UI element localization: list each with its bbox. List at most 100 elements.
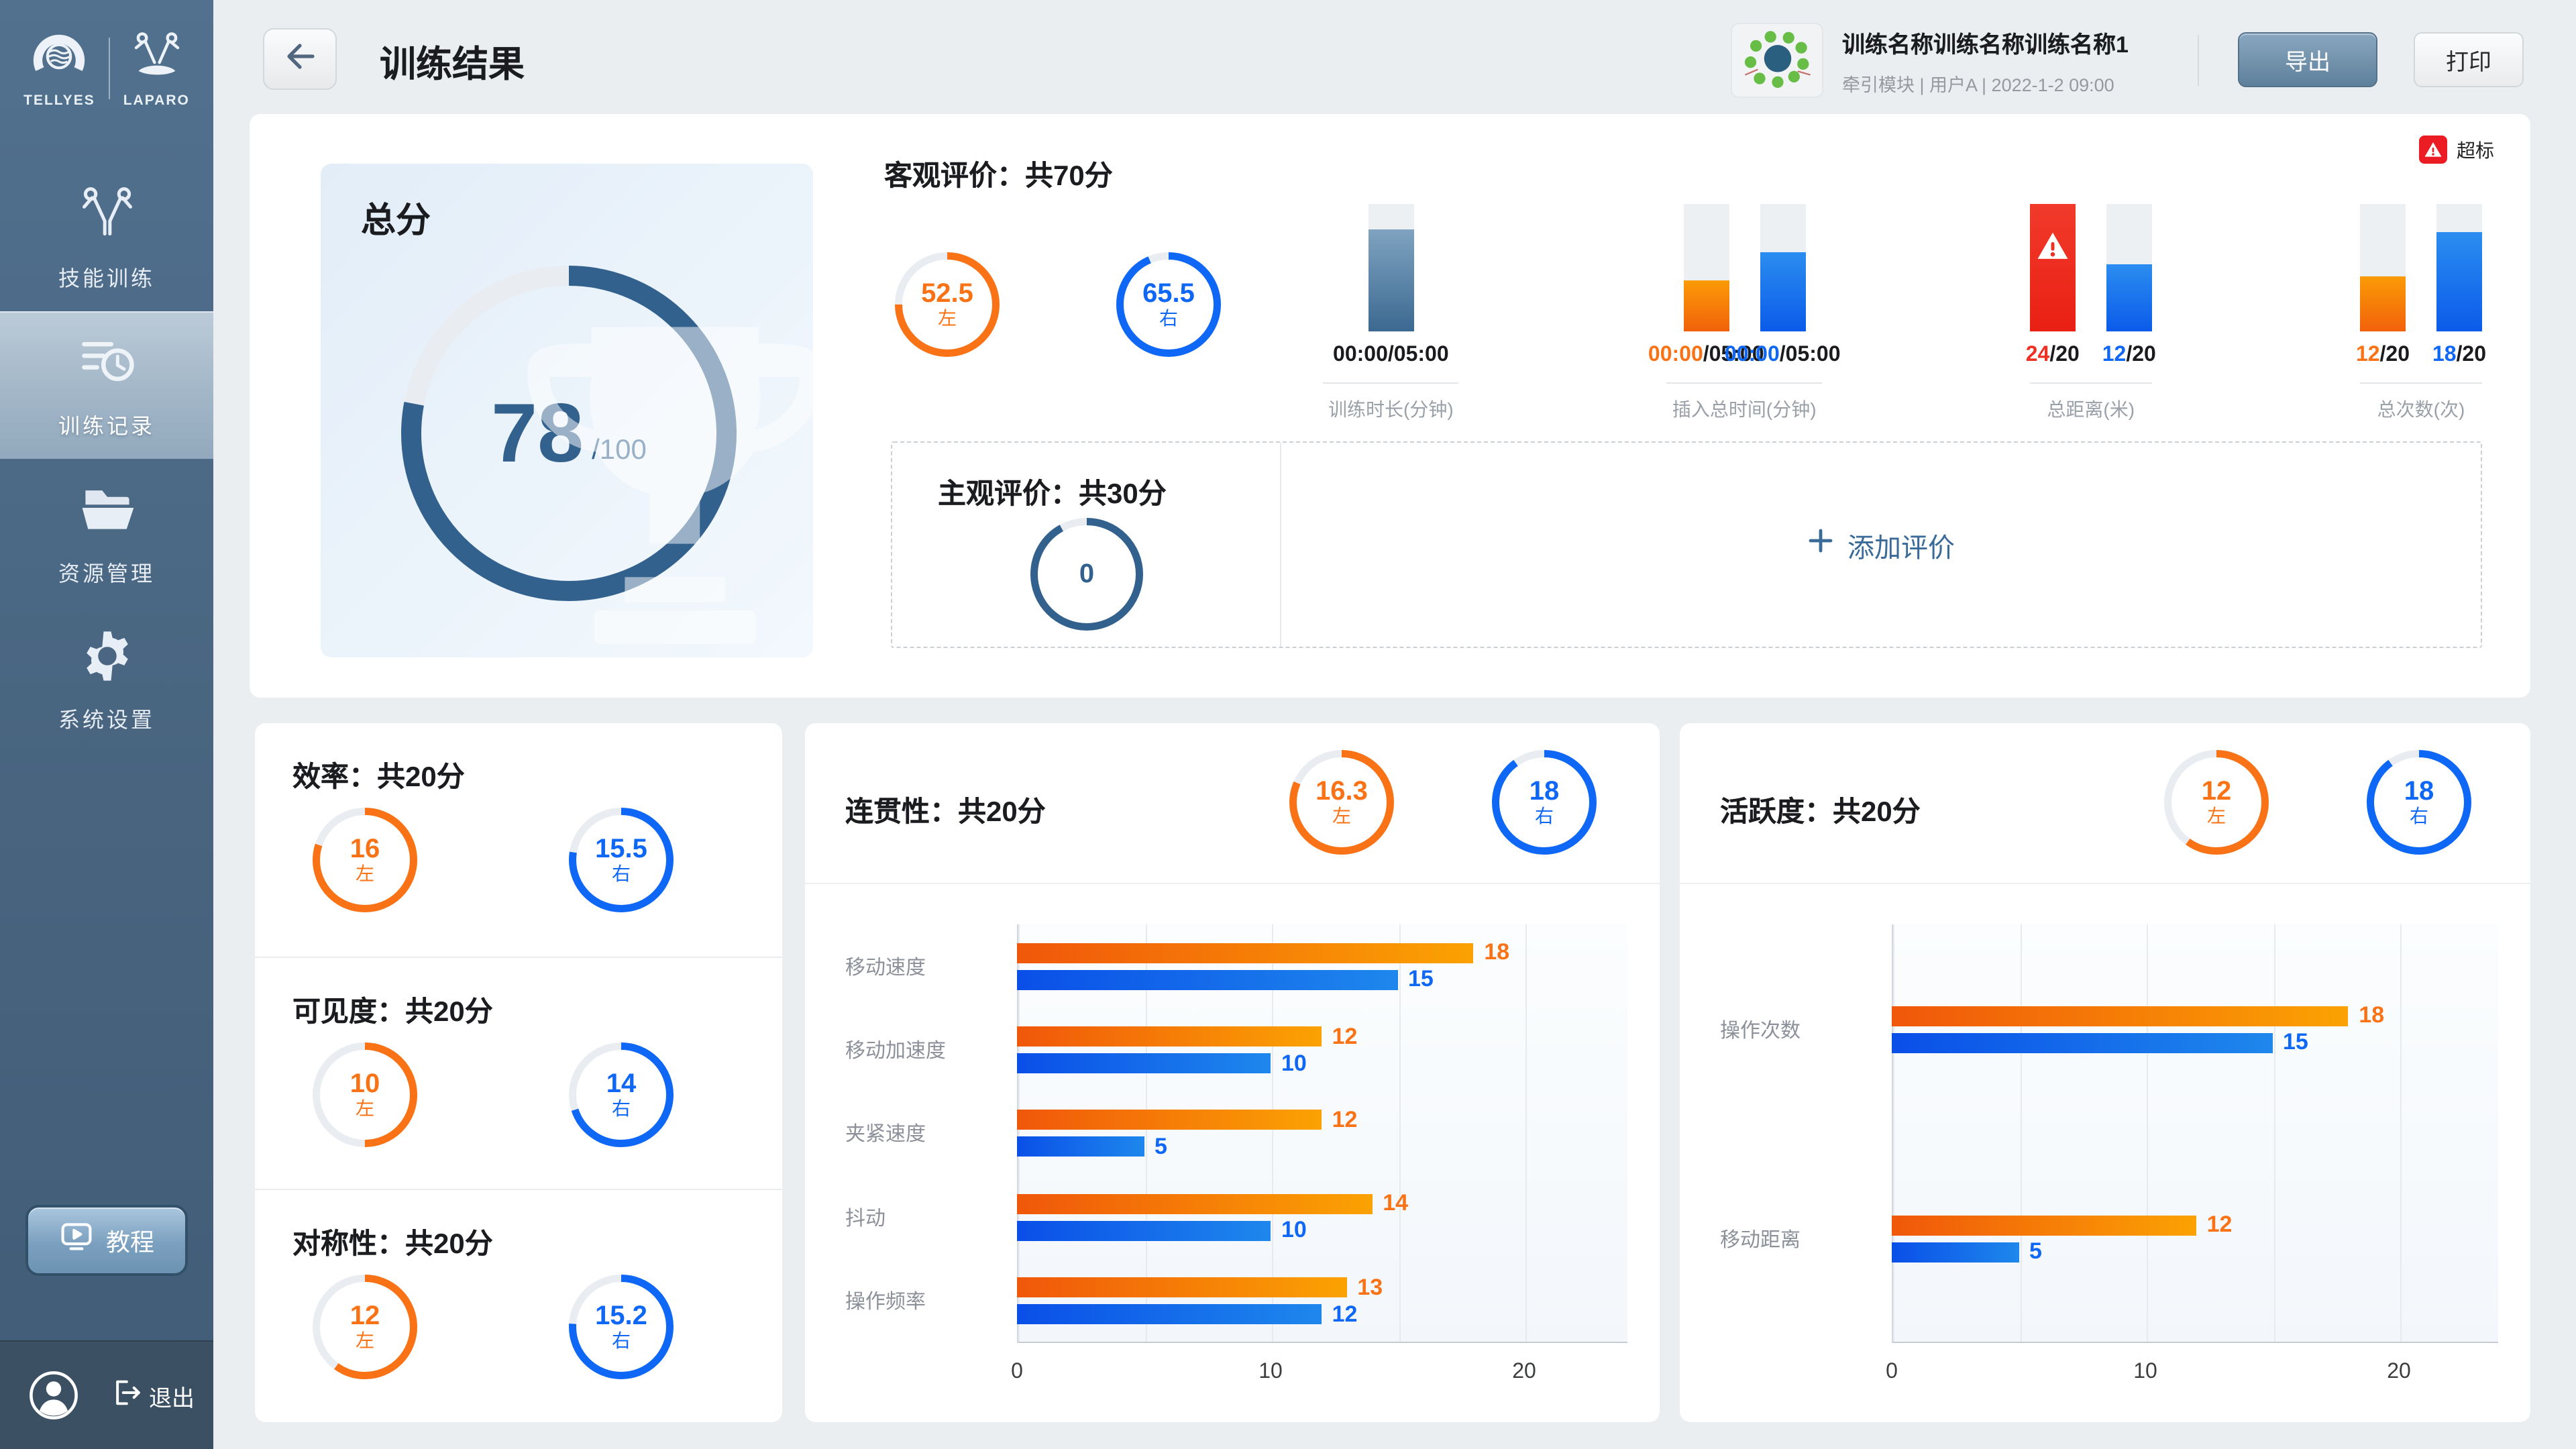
score-ring-left: 12左 <box>313 1275 417 1379</box>
settings-icon <box>77 627 136 692</box>
ring-side-label: 左 <box>938 309 957 330</box>
data-bar <box>1017 1137 1144 1157</box>
metric-caption: 总距离(米) <box>2041 396 2140 423</box>
metric-group: 00:00/05:00 训练时长(分钟) <box>1323 204 1459 423</box>
score-section-title: 效率：共20分 <box>255 723 782 796</box>
score-summary-card: 效率：共20分16左15.5右可见度：共20分10左14右对称性：共20分12左… <box>255 723 782 1422</box>
ring-side-label: 右 <box>612 1099 631 1120</box>
back-button[interactable] <box>263 28 337 90</box>
bar-line: 12 <box>1017 1026 1627 1046</box>
coherence-left-ring: 16.3左 <box>1289 750 1394 855</box>
warning-badge-icon <box>2419 136 2447 164</box>
metric-labels-row: 24/2012/20 <box>2030 343 2152 368</box>
score-section: 对称性：共20分12左15.2右 <box>255 1189 782 1421</box>
ring-center: 52.5左 <box>895 252 1000 357</box>
metric-labels-row: 00:00/05:00 <box>1368 343 1413 368</box>
data-bar <box>1892 1032 2272 1053</box>
ring-side-label: 右 <box>1159 309 1178 330</box>
score-section-rings: 16左 15.5右 <box>255 808 782 912</box>
subjective-title: 主观评价：共30分 <box>938 472 1167 513</box>
bar-value-label: 12 <box>2207 1212 2233 1238</box>
data-bar <box>1892 1242 2019 1262</box>
category-bars: 1312 <box>1017 1278 1627 1325</box>
logout-button[interactable]: 退出 <box>110 1376 195 1415</box>
ring-side-label: 左 <box>356 1332 374 1352</box>
sidebar-item-label: 技能训练 <box>58 260 155 292</box>
card-divider <box>805 883 1660 884</box>
data-bar <box>1017 943 1473 963</box>
metric-bar-track <box>1368 204 1413 331</box>
ring-value: 12 <box>350 1302 380 1332</box>
subjective-score: 主观评价：共30分 0 <box>892 443 1281 647</box>
bar-value-label: 14 <box>1383 1191 1408 1218</box>
x-axis-tick: 0 <box>1011 1360 1023 1385</box>
total-score-card: 总分 78 /100 <box>321 164 813 657</box>
print-button[interactable]: 打印 <box>2414 32 2524 87</box>
ring-value: 16.3 <box>1316 777 1368 807</box>
coherence-title: 连贯性：共20分 <box>845 790 1046 830</box>
data-bar <box>1017 1278 1346 1298</box>
bar-line: 10 <box>1017 1221 1627 1241</box>
metric-bar-track <box>2360 204 2406 331</box>
metric-bar-value: 18/20 <box>2436 343 2482 368</box>
total-score-label: 总分 <box>361 193 431 243</box>
metric-bar-value: 12/20 <box>2360 343 2406 368</box>
trophy-watermark-icon <box>507 299 813 657</box>
metric-bar-value: 00:00/05:00 <box>1760 343 1805 368</box>
records-icon <box>76 330 138 398</box>
bar-line: 18 <box>1892 1006 2498 1026</box>
warning-icon <box>2035 228 2071 271</box>
add-evaluation-button[interactable]: 添加评价 <box>1799 524 1963 566</box>
subjective-box: 主观评价：共30分 0 添加评价 <box>891 441 2482 648</box>
session-meta: 牵引模块 | 用户A | 2022-1-2 09:00 <box>1842 70 2204 97</box>
metric-bar-value: 12/20 <box>2106 343 2152 368</box>
sidebar-item-records[interactable]: 训练记录 <box>0 311 213 459</box>
objective-right-ring: 65.5右 <box>1116 252 1221 357</box>
ring-center: 16左 <box>313 808 417 912</box>
sidebar-item-skill[interactable]: 技能训练 <box>0 164 213 311</box>
logout-icon <box>110 1376 142 1415</box>
metric-bar-fill <box>1368 229 1413 331</box>
brand-divider <box>109 38 110 99</box>
score-section: 可见度：共20分10左14右 <box>255 956 782 1189</box>
bar-line: 18 <box>1017 943 1627 963</box>
sidebar-item-resources[interactable]: 资源管理 <box>0 459 213 606</box>
ring-value: 16 <box>350 835 380 865</box>
metric-divider <box>2360 382 2482 384</box>
metric-bar-fill <box>2360 276 2406 331</box>
score-ring-left: 10左 <box>313 1042 417 1146</box>
category-bars: 1815 <box>1892 1006 2498 1053</box>
metric-labels-row: 12/20 18/20 <box>2360 343 2482 368</box>
ring-center: 14右 <box>569 1042 674 1146</box>
score-section-rings: 10左 14右 <box>255 1042 782 1146</box>
metric-caption: 训练时长(分钟) <box>1323 396 1459 423</box>
resources-icon <box>76 478 138 546</box>
sidebar-item-settings[interactable]: 系统设置 <box>0 606 213 754</box>
objective-title: 客观评价：共70分 <box>884 154 1113 195</box>
tutorial-button[interactable]: 教程 <box>25 1205 188 1276</box>
score-ring-right: 15.5右 <box>569 808 674 912</box>
category-label: 移动速度 <box>805 952 1017 980</box>
activity-title: 活跃度：共20分 <box>1720 790 1921 830</box>
data-bar <box>1017 1110 1322 1130</box>
user-avatar-icon[interactable] <box>27 1368 80 1422</box>
export-button[interactable]: 导出 <box>2238 32 2377 87</box>
metric-caption: 插入总时间(分钟) <box>1667 396 1822 423</box>
coherence-card: 连贯性：共20分 16.3左 18右 移动速度1815移动加速度1210夹紧速度… <box>805 723 1660 1422</box>
x-axis-labels: 01020 <box>1017 1360 1524 1387</box>
bar-value-label: 13 <box>1357 1275 1383 1301</box>
skill-icon <box>76 182 138 251</box>
ring-center: 0 <box>1030 518 1143 631</box>
metric-bar-track <box>1683 204 1729 331</box>
ring-center: 18右 <box>1492 750 1597 855</box>
ring-side-label: 左 <box>1332 807 1351 828</box>
logout-label: 退出 <box>149 1379 195 1412</box>
x-axis-tick: 0 <box>1886 1360 1898 1385</box>
bar-line: 15 <box>1892 1032 2498 1053</box>
category-bars: 1410 <box>1017 1194 1627 1241</box>
category-bars: 1815 <box>1017 943 1627 989</box>
ring-center: 12左 <box>2164 750 2269 855</box>
bar-value-label: 5 <box>1155 1134 1167 1161</box>
metric-bars-row <box>2030 204 2152 331</box>
metric-bar-track <box>2106 204 2152 331</box>
